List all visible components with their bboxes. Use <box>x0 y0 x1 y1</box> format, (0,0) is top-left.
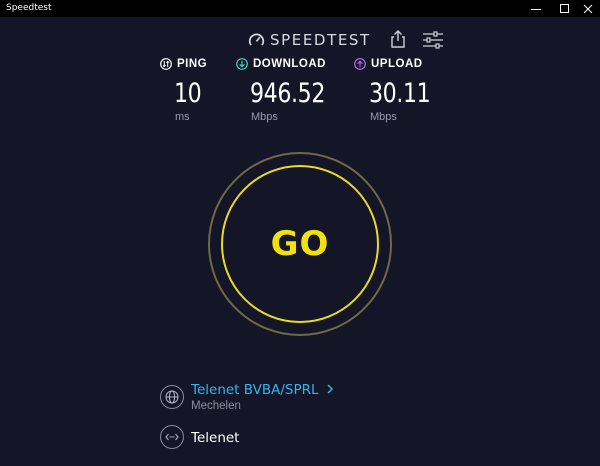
download-unit: Mbps <box>251 111 278 123</box>
ping-label: PING <box>177 58 208 70</box>
upload-label: UPLOAD <box>371 58 423 70</box>
go-button-container: GO <box>208 152 392 336</box>
download-metric: DOWNLOAD 946.52 Mbps <box>236 58 356 123</box>
provider-link[interactable]: Telenet BVBA/SPRL <box>191 382 334 398</box>
upload-icon <box>354 58 366 70</box>
provider-icon-circle <box>160 385 184 409</box>
upload-value: 30.11 <box>369 78 431 109</box>
speedtest-logo: SPEEDTEST <box>248 30 371 50</box>
server-icon-circle <box>160 425 184 449</box>
speedometer-icon <box>248 33 265 46</box>
sliders-icon <box>423 31 443 49</box>
maximize-icon <box>560 3 569 13</box>
download-value: 946.52 <box>250 78 326 109</box>
share-button[interactable] <box>388 29 408 49</box>
window-title: Speedtest <box>6 3 52 13</box>
ping-value: 10 <box>174 78 202 109</box>
download-header: DOWNLOAD <box>236 58 356 70</box>
close-button[interactable] <box>572 0 600 17</box>
server-arrows-icon <box>165 433 179 441</box>
download-label: DOWNLOAD <box>253 58 326 70</box>
upload-header: UPLOAD <box>354 58 474 70</box>
chevron-right-icon <box>327 384 333 394</box>
go-label: GO <box>270 224 330 264</box>
provider-location: Mechelen <box>191 400 241 412</box>
go-button[interactable]: GO <box>221 165 379 323</box>
minimize-button[interactable] <box>520 0 552 17</box>
provider-name: Telenet BVBA/SPRL <box>191 382 319 398</box>
title-bar: Speedtest <box>0 0 600 17</box>
upload-unit: Mbps <box>370 111 397 123</box>
download-icon <box>236 58 248 70</box>
minimize-icon <box>531 8 541 10</box>
close-icon <box>583 4 593 13</box>
settings-button[interactable] <box>421 30 445 50</box>
globe-icon <box>165 390 179 404</box>
server-name[interactable]: Telenet <box>191 430 239 446</box>
ping-unit: ms <box>175 111 190 123</box>
upload-metric: UPLOAD 30.11 Mbps <box>354 58 474 123</box>
brand-name: SPEEDTEST <box>270 31 371 49</box>
ping-icon <box>160 58 172 70</box>
share-icon <box>391 30 405 48</box>
